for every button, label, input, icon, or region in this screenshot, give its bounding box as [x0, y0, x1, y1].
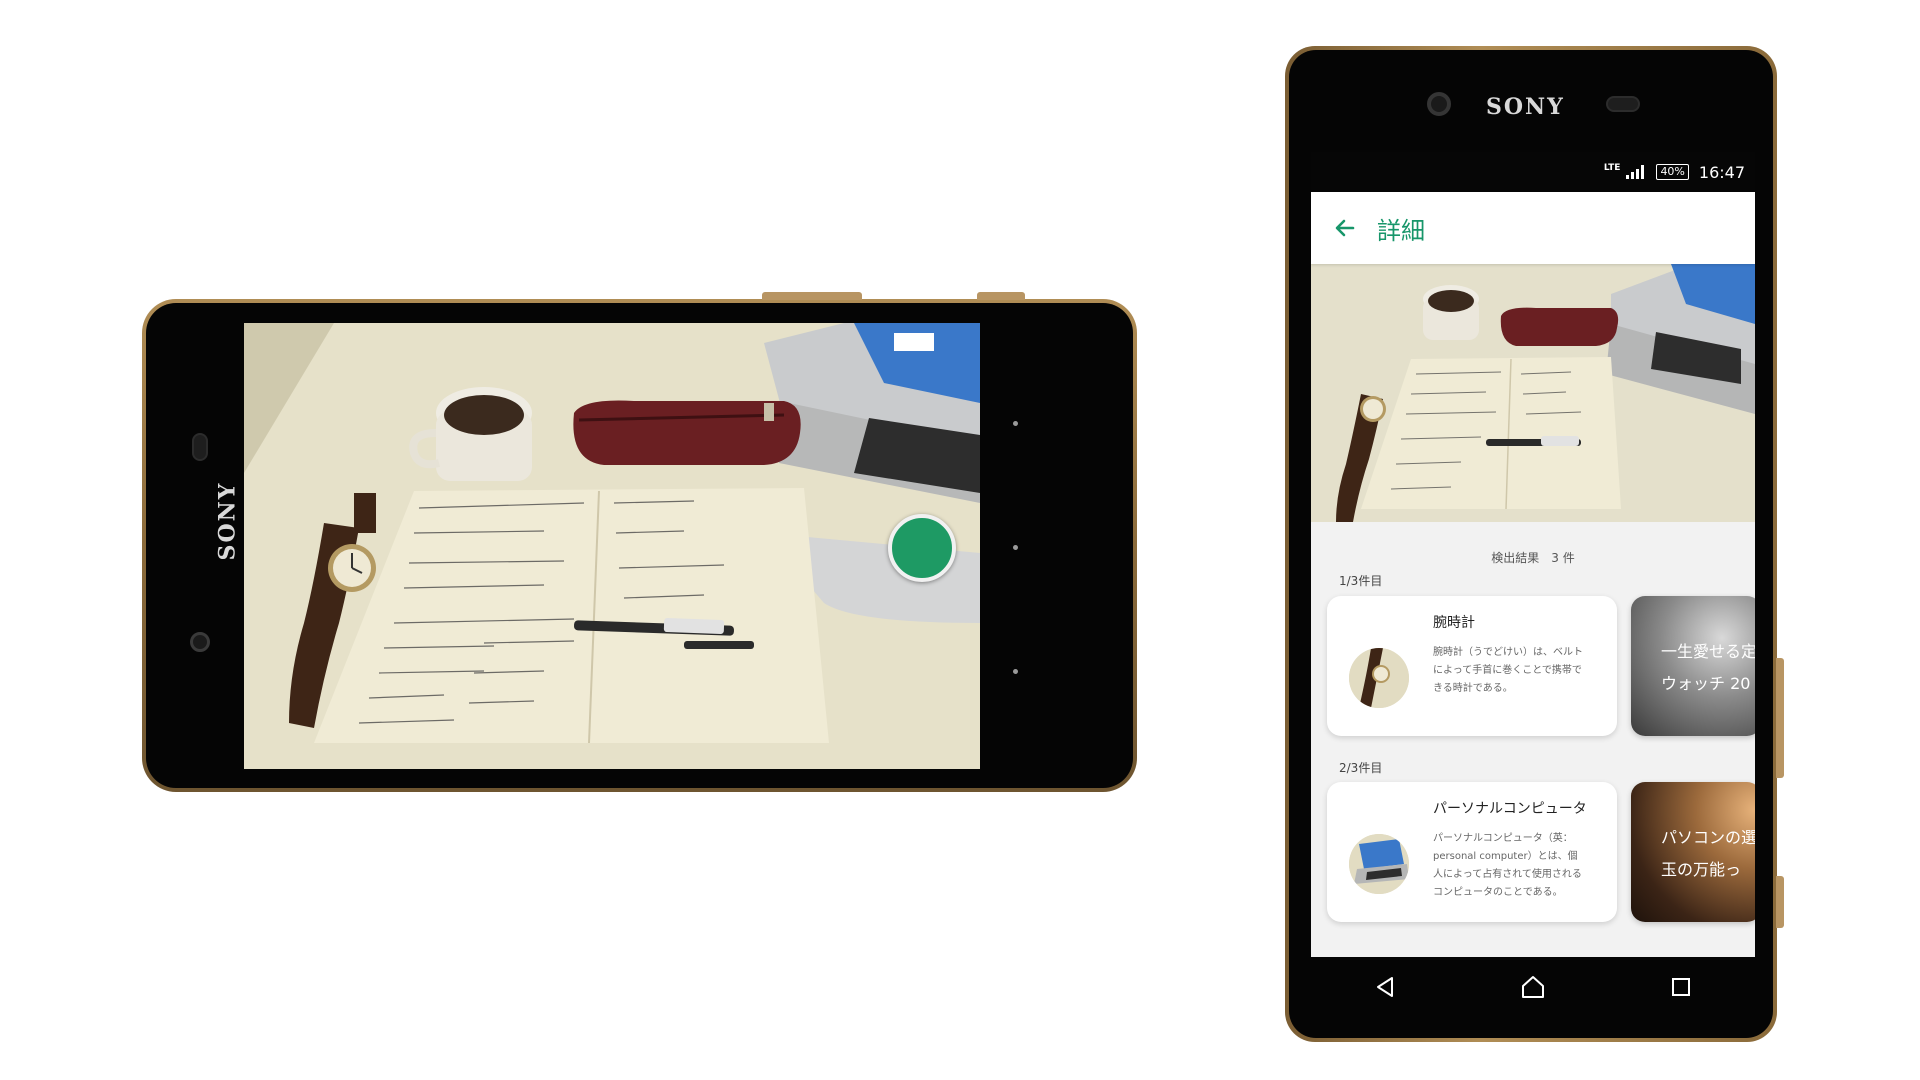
result-card[interactable]: 腕時計 腕時計（うでどけい）は、ベルトによって手首に巻くことで携帯できる時計であ…	[1327, 596, 1617, 736]
phone-body: SONY LTE 40% 16:47 詳細 検出結果 3 件 1/3件目 腕時計…	[1289, 50, 1773, 1038]
arrow-left-icon[interactable]	[1333, 216, 1357, 240]
result-description: 腕時計（うでどけい）は、ベルトによって手首に巻くことで携帯できる時計である。	[1433, 647, 1583, 694]
brand-logo: SONY	[214, 481, 241, 561]
portrait-phone: SONY LTE 40% 16:47 詳細 検出結果 3 件 1/3件目 腕時計…	[1285, 46, 1784, 1042]
result-card[interactable]: パーソナルコンピュータ パーソナルコンピュータ（英：personal compu…	[1327, 782, 1617, 922]
related-article-text: パソコンの選 玉の万能っ	[1661, 828, 1755, 879]
viewfinder-scene-image	[244, 323, 980, 769]
nav-home-button[interactable]	[1518, 972, 1548, 1002]
results-count: 検出結果 3 件	[1491, 551, 1575, 565]
result-description: パーソナルコンピュータ（英：personal computer）とは、個人によっ…	[1433, 833, 1582, 898]
phone-body: SONY	[146, 303, 1133, 788]
speaker-icon	[192, 433, 208, 461]
battery-icon: 40%	[1656, 164, 1689, 180]
square-recents-icon	[1672, 978, 1690, 996]
related-article-card[interactable]: 一生愛せる定 ウォッチ 20	[1631, 596, 1755, 736]
result-thumbnail	[1349, 648, 1409, 708]
brand-logo: SONY	[1486, 94, 1565, 120]
system-nav-bar	[1311, 957, 1755, 1017]
result-title: パーソナルコンピュータ	[1433, 801, 1587, 817]
power-button	[977, 292, 1025, 300]
app-screen: LTE 40% 16:47 詳細 検出結果 3 件 1/3件目 腕時計 腕時計（…	[1311, 152, 1755, 957]
watch-thumbnail-image	[1349, 648, 1409, 708]
home-icon	[1522, 976, 1544, 998]
app-bar: 詳細	[1311, 192, 1755, 264]
related-article-text: 一生愛せる定 ウォッチ 20	[1661, 642, 1755, 693]
laptop-thumbnail-image	[1349, 834, 1409, 894]
related-article-card[interactable]: パソコンの選 玉の万能っ	[1631, 782, 1755, 922]
dot-icon	[1013, 421, 1018, 426]
nav-back-button[interactable]	[1370, 972, 1400, 1002]
dot-icon	[1013, 669, 1018, 674]
page-title: 詳細	[1377, 216, 1425, 245]
nav-recents-button[interactable]	[1666, 972, 1696, 1002]
volume-button	[1776, 658, 1784, 778]
camera-button	[1776, 876, 1784, 928]
front-camera-icon	[1427, 92, 1451, 116]
speaker-icon	[1606, 96, 1640, 112]
captured-photo	[1311, 264, 1755, 522]
landscape-phone: SONY	[142, 292, 1137, 792]
network-type: LTE	[1603, 163, 1621, 173]
nav-dots	[1006, 303, 1026, 788]
camera-viewfinder[interactable]	[244, 323, 980, 769]
dot-icon	[1013, 545, 1018, 550]
status-bar: LTE 40% 16:47	[1311, 152, 1755, 192]
shutter-button[interactable]	[888, 514, 956, 582]
triangle-back-icon	[1377, 977, 1393, 997]
front-camera-icon	[190, 632, 210, 652]
photo-scene-image	[1311, 264, 1755, 522]
volume-button	[762, 292, 862, 300]
item-index-label: 1/3件目	[1339, 574, 1383, 588]
result-title: 腕時計	[1433, 615, 1475, 631]
result-thumbnail	[1349, 834, 1409, 894]
item-index-label: 2/3件目	[1339, 761, 1383, 775]
status-time: 16:47	[1698, 162, 1745, 182]
signal-icon	[1626, 165, 1645, 179]
